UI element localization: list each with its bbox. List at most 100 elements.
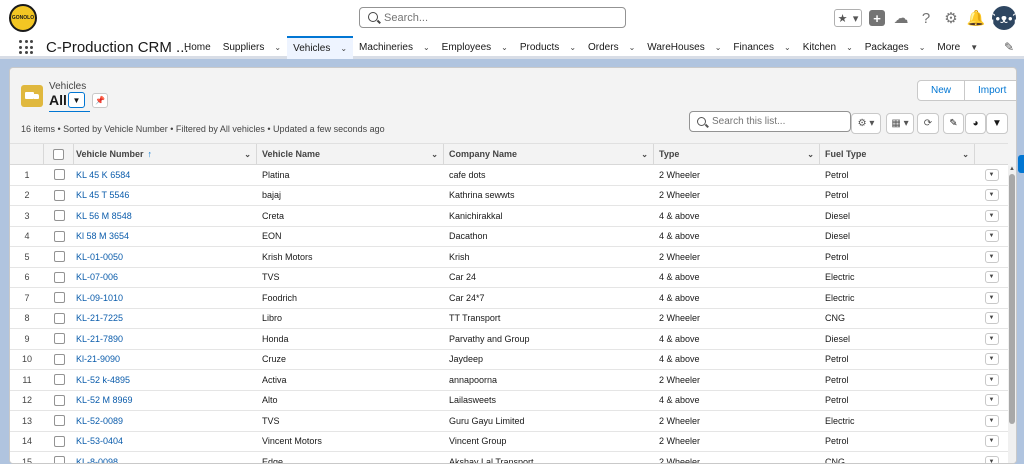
column-header-fuel-type[interactable]: Fuel Type ⌄ [820,144,975,164]
chevron-down-icon[interactable]: ⌄ [569,43,576,52]
chevron-down-icon[interactable]: ⌄ [846,43,853,52]
nav-tab-orders[interactable]: Orders ⌄ [582,36,641,59]
chevron-down-icon[interactable]: ⌄ [274,43,281,52]
charts-button[interactable]: ◕ [965,113,986,134]
row-actions-button[interactable]: ▼ [984,312,999,325]
vehicle-number-link[interactable]: KL 56 M 8548 [74,206,257,226]
row-checkbox[interactable] [53,210,65,222]
vehicle-number-link[interactable]: KL-07-006 [74,268,257,288]
column-header-vehicle-number[interactable]: Vehicle Number ↑ ⌄ [74,144,257,164]
vehicle-number-link[interactable]: KL 45 K 6584 [74,165,257,185]
nav-tab-home[interactable]: Home [178,36,217,59]
chevron-down-icon[interactable]: ⌄ [715,43,722,52]
filters-button[interactable]: ▼ [986,113,1008,134]
column-header-company-name[interactable]: Company Name ⌄ [444,144,654,164]
user-avatar[interactable]: ʕ•ᴥ•ʔ [989,6,1019,30]
refresh-button[interactable]: ⟳ [917,113,939,134]
row-actions-button[interactable]: ▼ [984,455,999,463]
nav-tab-warehouses[interactable]: WareHouses ⌄ [641,36,727,59]
column-header-type[interactable]: Type ⌄ [654,144,820,164]
inline-edit-button[interactable]: ✎ [943,113,964,134]
nav-tab-machineries[interactable]: Machineries ⌄ [353,36,436,59]
company-logo[interactable]: GONOLO [9,4,37,32]
vehicle-number-link[interactable]: KL-52 M 8969 [74,391,257,411]
row-checkbox[interactable] [53,353,65,365]
row-actions-button[interactable]: ▼ [984,209,999,222]
column-menu-chevron-icon[interactable]: ⌄ [244,150,251,159]
row-actions-button[interactable]: ▼ [984,291,999,304]
edit-nav-icon[interactable]: ✎ [1004,40,1014,54]
nav-tab-more[interactable]: More ▼ [931,36,984,59]
global-search-input[interactable]: Search... [359,7,626,28]
vehicle-number-link[interactable]: Kl 58 M 3654 [74,227,257,247]
vehicle-number-link[interactable]: KL-53-0404 [74,432,257,452]
row-actions-button[interactable]: ▼ [984,250,999,263]
row-actions-button[interactable]: ▼ [984,230,999,243]
row-checkbox[interactable] [53,456,65,463]
nav-tab-packages[interactable]: Packages ⌄ [859,36,932,59]
column-menu-chevron-icon[interactable]: ⌄ [807,150,814,159]
list-view-picker[interactable]: ▼ [68,92,85,108]
column-menu-chevron-icon[interactable]: ⌄ [962,150,969,159]
row-checkbox[interactable] [53,271,65,283]
scrollbar-thumb[interactable] [1009,174,1015,424]
nav-tab-suppliers[interactable]: Suppliers ⌄ [217,36,287,59]
row-checkbox[interactable] [53,312,65,324]
row-checkbox[interactable] [53,189,65,201]
column-menu-chevron-icon[interactable]: ⌄ [641,150,648,159]
vehicle-number-link[interactable]: KL-01-0050 [74,247,257,267]
row-checkbox[interactable] [53,394,65,406]
row-actions-button[interactable]: ▼ [984,168,999,181]
display-as-button[interactable]: ▦ ▾ [886,113,914,134]
row-actions-button[interactable]: ▼ [984,353,999,366]
vehicle-number-link[interactable]: KL-21-7890 [74,329,257,349]
app-launcher-icon[interactable] [19,40,33,54]
row-actions-button[interactable]: ▼ [984,271,999,284]
chevron-down-icon[interactable]: ⌄ [501,43,508,52]
row-checkbox[interactable] [53,333,65,345]
row-checkbox[interactable] [53,230,65,242]
row-actions-button[interactable]: ▼ [984,189,999,202]
favorites-button[interactable]: ★ ▾ [834,9,862,27]
table-scrollbar[interactable]: ▲ [1008,166,1016,463]
chevron-down-icon[interactable]: ⌄ [629,43,636,52]
row-checkbox[interactable] [53,169,65,181]
nav-tab-employees[interactable]: Employees ⌄ [436,36,514,59]
row-checkbox[interactable] [53,415,65,427]
list-view-controls-button[interactable]: ⚙ ▾ [851,113,881,134]
vehicle-number-link[interactable]: KL-09-1010 [74,288,257,308]
chevron-down-icon[interactable]: ⌄ [919,43,926,52]
nav-tab-kitchen[interactable]: Kitchen ⌄ [797,36,859,59]
pin-list-view-button[interactable]: 📌 [92,93,108,108]
help-button[interactable]: ? [917,9,935,27]
vehicle-number-link[interactable]: KL-21-7225 [74,309,257,329]
nav-tab-products[interactable]: Products ⌄ [514,36,582,59]
trailhead-button[interactable]: ☁ [892,9,910,27]
column-header-vehicle-name[interactable]: Vehicle Name ⌄ [257,144,444,164]
utility-side-handle[interactable] [1018,155,1024,173]
column-menu-chevron-icon[interactable]: ⌄ [431,150,438,159]
row-actions-button[interactable]: ▼ [984,435,999,448]
vehicle-number-link[interactable]: Kl-21-9090 [74,350,257,370]
row-actions-button[interactable]: ▼ [984,332,999,345]
list-search-input[interactable]: Search this list... [689,111,851,132]
notifications-button[interactable]: 🔔 [967,9,986,27]
chevron-down-icon[interactable]: ▼ [970,43,978,52]
scroll-up-icon[interactable]: ▲ [1009,166,1015,172]
row-checkbox[interactable] [53,374,65,386]
row-checkbox[interactable] [53,435,65,447]
nav-tab-finances[interactable]: Finances ⌄ [727,36,796,59]
vehicle-number-link[interactable]: KL-52-0089 [74,411,257,431]
chevron-down-icon[interactable]: ⌄ [784,43,791,52]
new-button[interactable]: New [918,81,964,100]
chevron-down-icon[interactable]: ⌄ [423,43,430,52]
nav-tab-vehicles[interactable]: Vehicles ⌄ [287,36,354,59]
import-button[interactable]: Import [964,81,1016,100]
row-actions-button[interactable]: ▼ [984,373,999,386]
row-actions-button[interactable]: ▼ [984,394,999,407]
row-checkbox[interactable] [53,292,65,304]
global-actions-button[interactable]: + [869,10,885,26]
select-all-checkbox[interactable] [53,148,64,160]
row-actions-button[interactable]: ▼ [984,414,999,427]
vehicle-number-link[interactable]: KL 45 T 5546 [74,186,257,206]
